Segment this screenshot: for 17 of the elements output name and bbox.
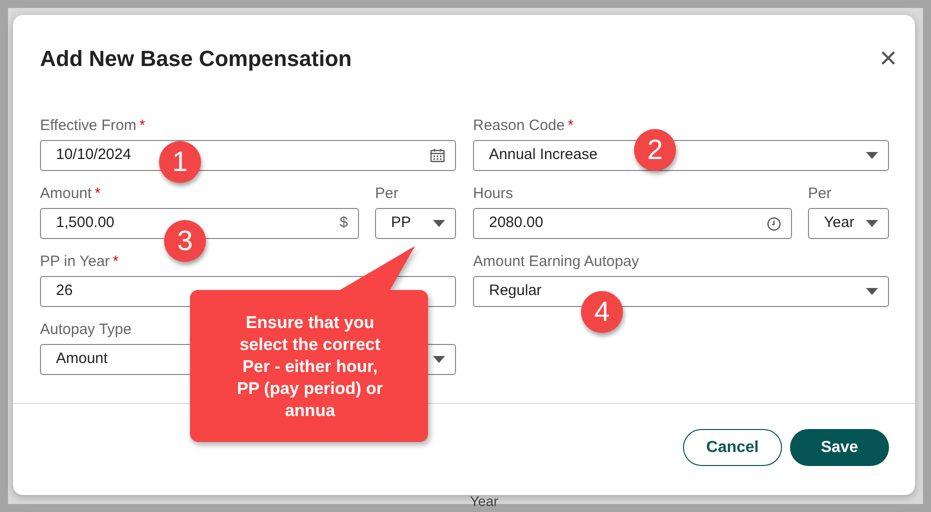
field-label: Autopay Type bbox=[40, 320, 132, 340]
field-label: Per bbox=[375, 184, 398, 204]
currency-suffix: $ bbox=[340, 213, 348, 234]
field-label: Reason Code bbox=[473, 116, 565, 136]
callout-text: Ensure that you select the correct Per - either hour, PP (pay period) or annua bbox=[236, 312, 384, 422]
field-label: Per bbox=[808, 184, 832, 204]
required-mark: * bbox=[568, 116, 574, 136]
field-label: Hours bbox=[473, 184, 514, 204]
required-mark: * bbox=[94, 184, 101, 204]
field-label: Amount bbox=[40, 184, 92, 204]
field-label: Effective From bbox=[40, 116, 136, 136]
field-label: PP in Year bbox=[40, 252, 110, 272]
background-text: Year bbox=[470, 492, 498, 511]
required-mark: * bbox=[139, 116, 146, 136]
field-label: Amount Earning Autopay bbox=[473, 252, 639, 272]
required-mark: * bbox=[112, 252, 119, 272]
dialog-title: Add New Base Compensation bbox=[40, 46, 352, 72]
